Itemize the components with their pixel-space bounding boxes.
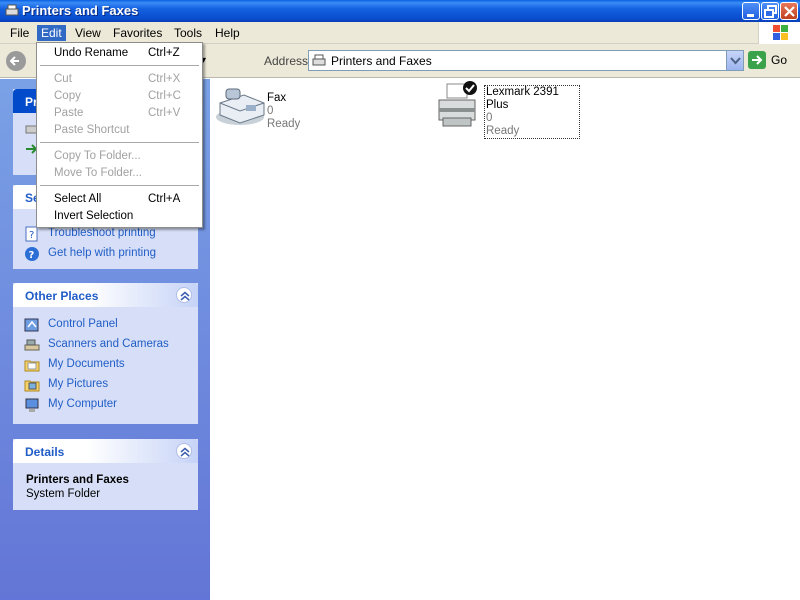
back-button[interactable] — [6, 51, 26, 71]
collapse-chevron-icon[interactable] — [176, 287, 192, 303]
printer-item-lexmark[interactable]: Lexmark 2391 Plus 0 Ready — [435, 80, 580, 139]
panel-details: Details Printers and Faxes System Folder — [13, 439, 198, 510]
content-area: Fax 0 Ready Lexmark 2391 Plus 0 Ready — [210, 79, 800, 600]
maximize-button[interactable] — [761, 2, 779, 20]
menu-separator — [40, 185, 199, 186]
help-book-icon: ? — [25, 226, 38, 242]
menu-item-label: Copy — [54, 90, 81, 102]
fax-icon — [216, 88, 265, 125]
link-text: Scanners and Cameras — [48, 338, 169, 350]
details-name: Printers and Faxes — [26, 474, 129, 486]
item-documents: 0 — [267, 105, 274, 117]
menu-separator — [40, 65, 199, 66]
item-name: Lexmark 2391 Plus — [486, 86, 559, 111]
address-bar[interactable]: Printers and Faxes — [308, 50, 744, 71]
menu-item-label: Undo Rename — [54, 47, 129, 59]
item-status: Ready — [267, 118, 301, 130]
menu-item-shortcut: Ctrl+A — [148, 193, 181, 205]
panel-header[interactable]: Other Places — [13, 283, 198, 307]
go-label: Go — [771, 53, 788, 67]
restore-icon — [764, 5, 777, 18]
default-printer-icon — [438, 81, 477, 127]
close-icon — [784, 6, 795, 17]
item-documents: 0 — [486, 112, 493, 124]
menu-select-all[interactable]: Select All Ctrl+A — [38, 191, 201, 208]
menu-item-shortcut: Ctrl+X — [148, 73, 181, 85]
menu-item-label: Paste — [54, 107, 84, 119]
link-text: Troubleshoot printing — [48, 227, 156, 239]
menu-item-label: Invert Selection — [54, 210, 134, 222]
menu-cut[interactable]: Cut Ctrl+X — [38, 71, 201, 88]
control-panel-icon — [24, 318, 39, 332]
menu-item-shortcut: Ctrl+C — [148, 90, 181, 102]
back-arrow-icon — [9, 56, 19, 66]
svg-text:?: ? — [29, 250, 35, 261]
menu-item-label: Move To Folder... — [54, 167, 142, 179]
minimize-icon — [747, 14, 754, 17]
panel-header[interactable]: Details — [13, 439, 198, 463]
link-text: Control Panel — [48, 318, 118, 330]
details-type: System Folder — [26, 488, 101, 500]
item-name: Fax — [267, 92, 287, 104]
menu-help[interactable]: Help — [211, 25, 244, 41]
menu-edit[interactable]: Edit — [37, 25, 66, 41]
link-text: My Computer — [48, 398, 118, 410]
my-computer-icon — [25, 398, 39, 412]
menu-separator — [40, 142, 199, 143]
chevron-down-icon — [730, 57, 741, 65]
menu-item-label: Copy To Folder... — [54, 150, 141, 162]
collapse-chevron-icon[interactable] — [176, 443, 192, 459]
menu-item-label: Select All — [54, 193, 102, 205]
printer-folder-icon — [312, 54, 326, 66]
menu-view[interactable]: View — [71, 25, 105, 41]
menu-invert-selection[interactable]: Invert Selection — [38, 208, 201, 225]
address-value: Printers and Faxes — [331, 54, 432, 68]
panel-other-places: Other Places Control Panel Scanners and … — [13, 283, 198, 424]
go-arrow-icon — [748, 51, 766, 69]
close-button[interactable] — [780, 2, 798, 20]
address-label: Address — [264, 54, 309, 68]
menu-bar: File Edit View Favorites Tools Help — [0, 22, 800, 44]
panel-title: Details — [25, 445, 65, 459]
menu-paste[interactable]: Paste Ctrl+V — [38, 105, 201, 122]
fax-item[interactable]: Fax 0 Ready — [214, 85, 314, 130]
menu-file[interactable]: File — [6, 25, 33, 41]
my-documents-icon — [24, 360, 40, 372]
item-status: Ready — [486, 125, 520, 137]
menu-tools[interactable]: Tools — [170, 25, 206, 41]
title-bar[interactable]: Printers and Faxes — [0, 0, 800, 22]
printer-folder-icon — [5, 4, 19, 16]
menu-paste-shortcut[interactable]: Paste Shortcut — [38, 122, 201, 139]
menu-copy[interactable]: Copy Ctrl+C — [38, 88, 201, 105]
link-text: My Pictures — [48, 378, 109, 390]
my-pictures-icon — [24, 380, 40, 392]
menu-favorites[interactable]: Favorites — [109, 25, 166, 41]
minimize-button[interactable] — [742, 2, 760, 20]
link-text: Get help with printing — [48, 247, 157, 259]
menu-move-to-folder[interactable]: Move To Folder... — [38, 165, 201, 182]
link-text: My Documents — [48, 358, 125, 370]
menu-item-label: Cut — [54, 73, 72, 85]
help-icon: ? — [25, 247, 39, 261]
go-button[interactable]: Go — [748, 50, 796, 71]
menu-item-shortcut: Ctrl+Z — [148, 47, 180, 59]
menu-copy-to-folder[interactable]: Copy To Folder... — [38, 148, 201, 165]
svg-text:?: ? — [29, 230, 34, 241]
window-title: Printers and Faxes — [22, 3, 139, 18]
windows-logo-icon — [758, 22, 800, 44]
menu-item-shortcut: Ctrl+V — [148, 107, 181, 119]
edit-menu-dropdown: Undo Rename Ctrl+Z Cut Ctrl+X Copy Ctrl+… — [36, 42, 203, 228]
menu-item-label: Paste Shortcut — [54, 124, 130, 136]
menu-undo-rename[interactable]: Undo Rename Ctrl+Z — [38, 45, 201, 62]
panel-title: Other Places — [25, 289, 99, 303]
address-dropdown-button[interactable] — [726, 51, 743, 70]
scanner-camera-icon — [24, 339, 40, 351]
